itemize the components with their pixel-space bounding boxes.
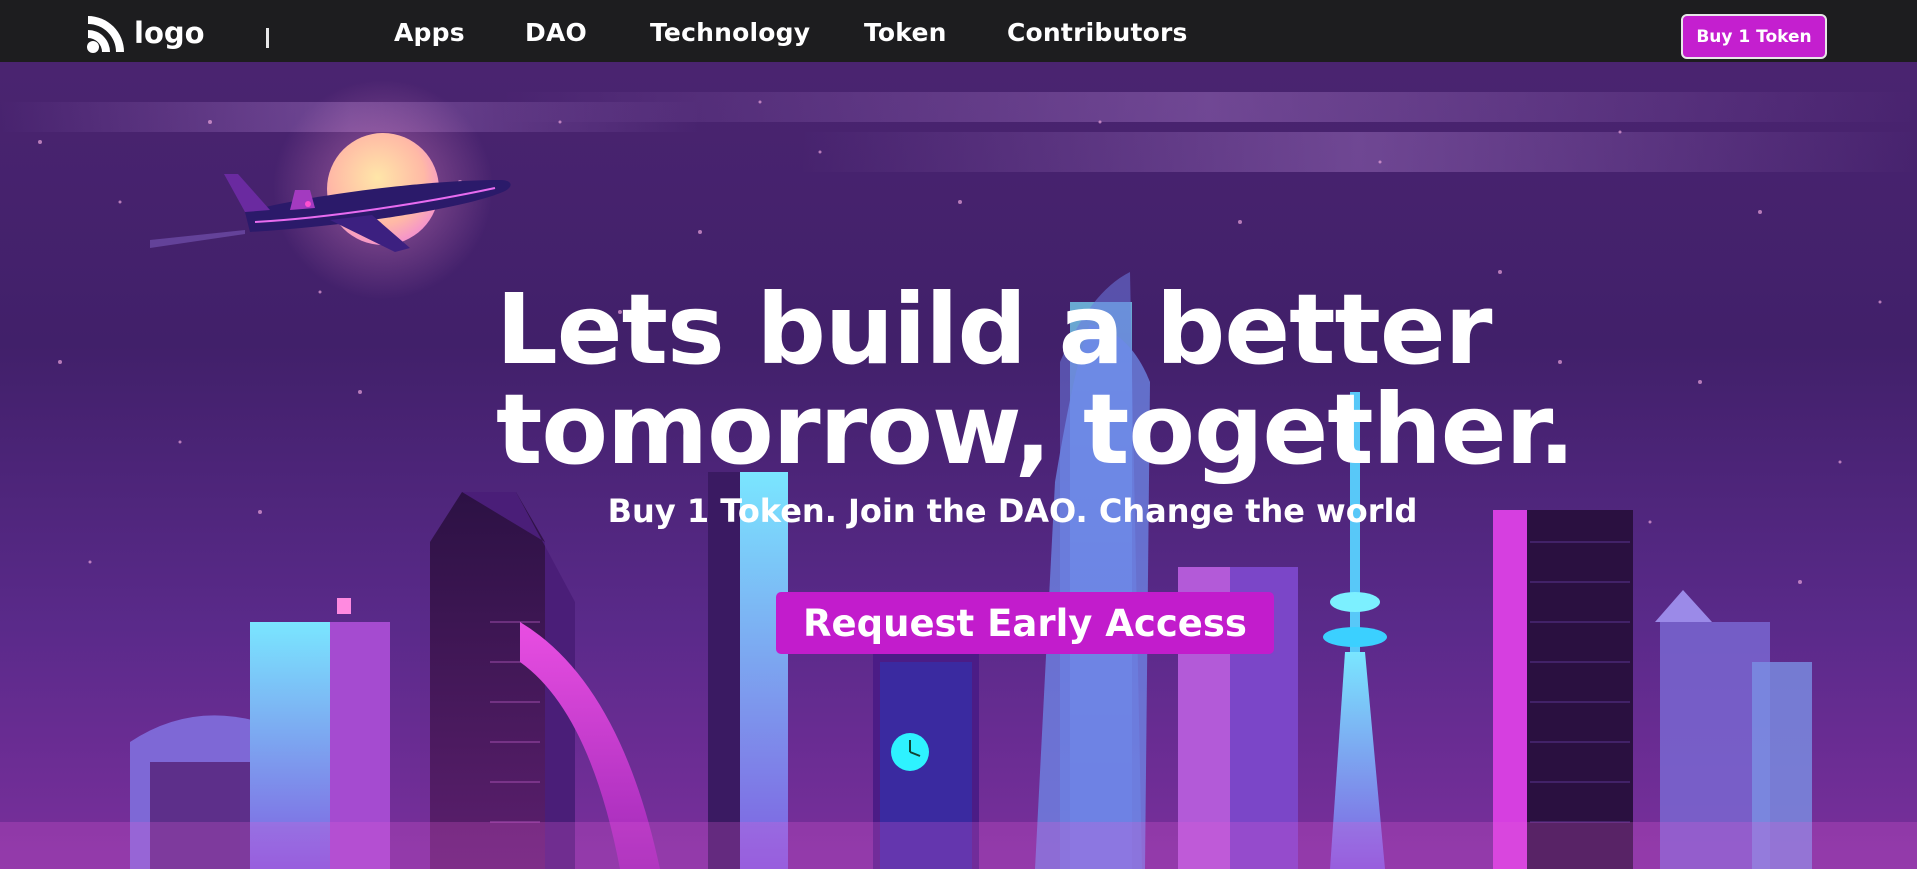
hero-headline: Lets build a better tomorrow, together.	[496, 280, 1575, 480]
nav-link-dao[interactable]: DAO	[525, 18, 587, 47]
logo[interactable]: logo	[86, 16, 205, 56]
nav-link-token[interactable]: Token	[864, 18, 947, 47]
buy-token-button[interactable]: Buy 1 Token	[1681, 14, 1827, 59]
nav-link-contributors[interactable]: Contributors	[1007, 18, 1188, 47]
nav-link-apps[interactable]: Apps	[394, 18, 465, 47]
hero-subheadline: Buy 1 Token. Join the DAO. Change the wo…	[607, 492, 1418, 530]
hero-section: Lets build a better tomorrow, together. …	[0, 62, 1917, 869]
hero-headline-line2: tomorrow, together.	[496, 373, 1575, 486]
nav-divider	[266, 28, 269, 48]
logo-text: logo	[134, 16, 205, 50]
rss-feed-icon	[86, 14, 126, 58]
request-early-access-button[interactable]: Request Early Access	[776, 592, 1274, 654]
top-navbar: logo Apps DAO Technology Token Contribut…	[0, 0, 1917, 62]
nav-link-technology[interactable]: Technology	[650, 18, 810, 47]
hero-headline-line1: Lets build a better	[496, 273, 1492, 386]
